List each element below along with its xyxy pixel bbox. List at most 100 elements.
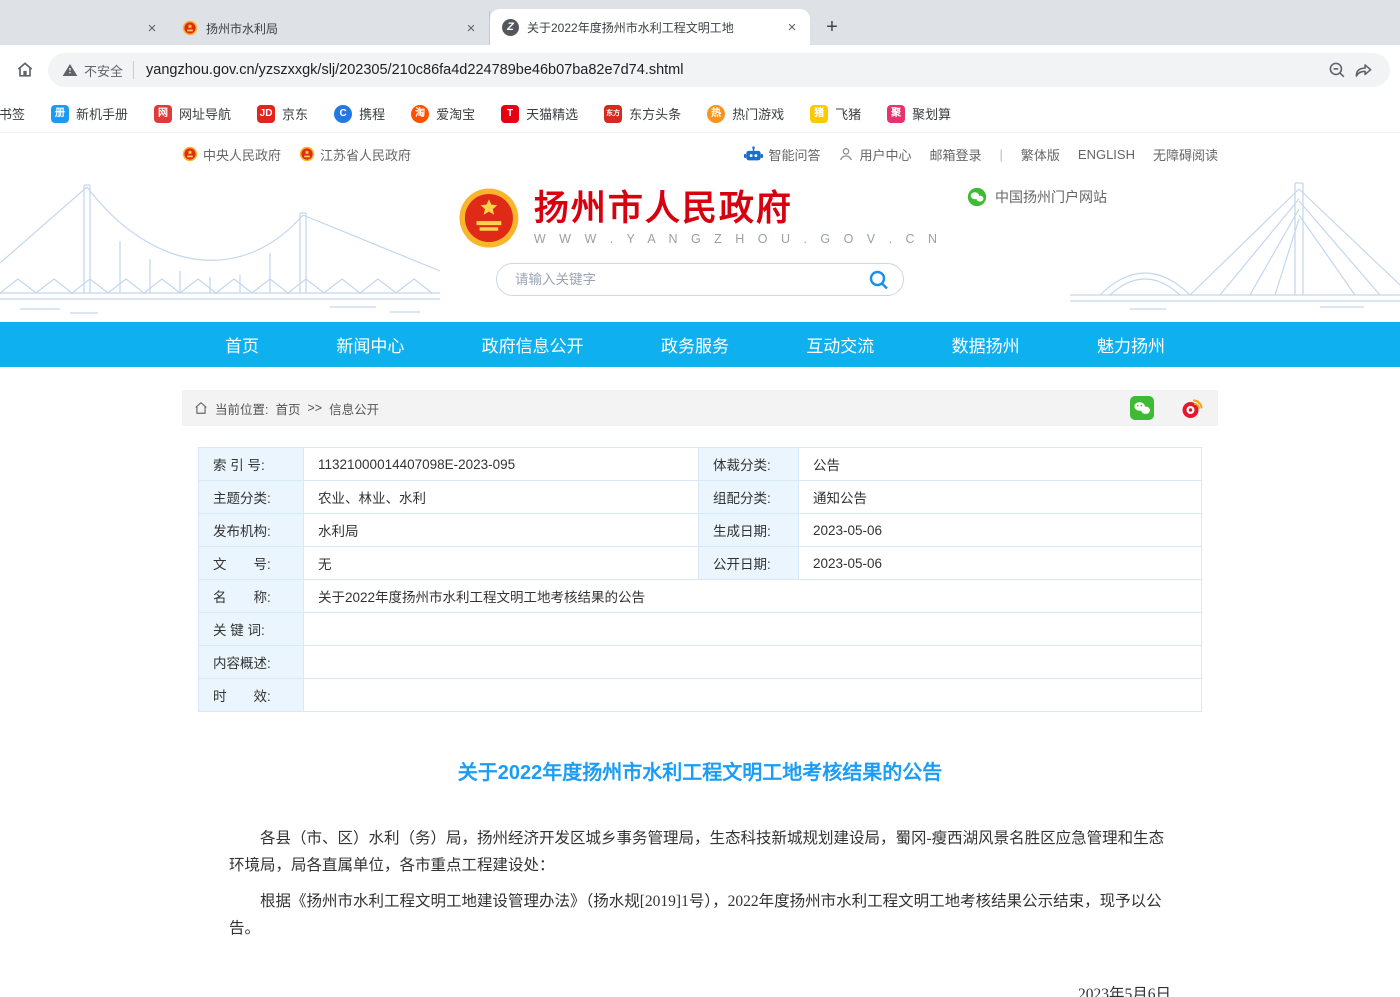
- share-icon[interactable]: [1350, 55, 1376, 85]
- meta-value: 无: [304, 547, 699, 580]
- search-icon[interactable]: [867, 268, 891, 292]
- table-row: 关 键 词:: [199, 613, 1202, 646]
- article-date: 2023年5月6日: [229, 981, 1171, 997]
- zoom-out-icon[interactable]: [1324, 55, 1350, 85]
- meta-label: 名 称:: [199, 580, 304, 613]
- meta-value: 通知公告: [799, 481, 1202, 514]
- close-tab-icon[interactable]: ×: [461, 18, 481, 38]
- site-title: 扬州市人民政府: [534, 190, 942, 229]
- breadcrumb-prefix: 当前位置:: [215, 399, 268, 418]
- meta-label: 时 效:: [199, 679, 304, 712]
- manual-favicon-icon: 册: [51, 105, 69, 123]
- meta-value: [304, 679, 1202, 712]
- close-tab-icon[interactable]: ×: [782, 17, 802, 37]
- meta-label: 索 引 号:: [199, 448, 304, 481]
- table-row: 内容概述:: [199, 646, 1202, 679]
- meta-value: 11321000014407098E-2023-095: [304, 448, 699, 481]
- link-central-government[interactable]: 中央人民政府: [182, 145, 281, 164]
- gov-emblem-icon: [182, 20, 198, 36]
- search-input[interactable]: [515, 272, 867, 287]
- bookmark-label: 网址导航: [179, 104, 231, 123]
- meta-label: 文 号:: [199, 547, 304, 580]
- bookmark-label: 爱淘宝: [436, 104, 475, 123]
- link-user-center[interactable]: 用户中心: [838, 145, 911, 164]
- meta-label: 发布机构:: [199, 514, 304, 547]
- jd-favicon-icon: JD: [257, 105, 275, 123]
- link-accessibility[interactable]: 无障碍阅读: [1153, 145, 1218, 164]
- bookmark-phone-bookmarks[interactable]: 机书签: [0, 104, 25, 123]
- portal-badge[interactable]: 中国扬州门户网站: [967, 187, 1107, 207]
- meta-value: 2023-05-06: [799, 547, 1202, 580]
- wechat-icon: [967, 187, 987, 207]
- nav-gov-services[interactable]: 政务服务: [661, 332, 729, 357]
- home-icon: [194, 401, 208, 415]
- link-smart-qa[interactable]: 智能问答: [744, 145, 820, 164]
- main-nav: 首页 新闻中心 政府信息公开 政务服务 互动交流 数据扬州 魅力扬州: [0, 322, 1400, 367]
- site-favicon-icon: Z: [502, 19, 519, 36]
- tab-partial: ×: [0, 11, 170, 45]
- bookmark-label: 热门游戏: [732, 104, 784, 123]
- tab-yangzhou-water-bureau[interactable]: 扬州市水利局 ×: [170, 11, 490, 45]
- nav-charm-yangzhou[interactable]: 魅力扬州: [1097, 332, 1165, 357]
- table-row: 主题分类: 农业、林业、水利 组配分类: 通知公告: [199, 481, 1202, 514]
- table-row: 索 引 号: 11321000014407098E-2023-095 体裁分类:…: [199, 448, 1202, 481]
- nav-home[interactable]: 首页: [225, 332, 259, 357]
- bookmark-juhuasuan[interactable]: 聚 聚划算: [887, 104, 951, 123]
- document-metadata-table: 索 引 号: 11321000014407098E-2023-095 体裁分类:…: [198, 447, 1202, 712]
- link-jiangsu-government[interactable]: 江苏省人民政府: [299, 145, 411, 164]
- bookmark-hot-games[interactable]: 热 热门游戏: [707, 104, 784, 123]
- tab-current-announcement[interactable]: Z 关于2022年度扬州市水利工程文明工地 ×: [490, 9, 810, 45]
- bridge-sketch-right: [1070, 175, 1400, 322]
- bookmark-eastday[interactable]: 东方 东方头条: [604, 104, 681, 123]
- meta-label: 主题分类:: [199, 481, 304, 514]
- url-text[interactable]: yangzhou.gov.cn/yzszxxgk/slj/202305/210c…: [146, 62, 1324, 78]
- bookmark-fliggy[interactable]: 猪 飞猪: [810, 104, 861, 123]
- table-row: 时 效:: [199, 679, 1202, 712]
- link-mail-login[interactable]: 邮箱登录: [929, 145, 981, 164]
- share-weibo-icon[interactable]: [1180, 396, 1204, 420]
- meta-label: 公开日期:: [699, 547, 799, 580]
- gov-top-bar: 中央人民政府 江苏省人民政府 智能问答: [0, 133, 1400, 175]
- bookmark-label: 聚划算: [912, 104, 951, 123]
- fliggy-favicon-icon: 猪: [810, 105, 828, 123]
- gov-emblem-icon: [182, 146, 198, 162]
- nav-info-disclosure[interactable]: 政府信息公开: [482, 332, 584, 357]
- browser-tab-strip: × 扬州市水利局 × Z 关于2022年度扬州市水利工程文明工地 × +: [0, 0, 1400, 45]
- bookmark-ctrip[interactable]: C 携程: [334, 104, 385, 123]
- share-wechat-icon[interactable]: [1130, 396, 1154, 420]
- divider: |: [1000, 147, 1003, 162]
- breadcrumb-current-link[interactable]: 信息公开: [329, 399, 379, 418]
- link-label: 中央人民政府: [203, 145, 281, 164]
- link-label: 江苏省人民政府: [320, 145, 411, 164]
- bookmark-xinji-manual[interactable]: 册 新机手册: [51, 104, 128, 123]
- link-label: 用户中心: [859, 145, 911, 164]
- eastday-favicon-icon: 东方: [604, 105, 622, 123]
- breadcrumb-bar: 当前位置: 首页 >> 信息公开: [182, 390, 1218, 426]
- nav-data-yangzhou[interactable]: 数据扬州: [952, 332, 1020, 357]
- bookmark-label: 机书签: [0, 104, 25, 123]
- address-bar[interactable]: 不安全 yangzhou.gov.cn/yzszxxgk/slj/202305/…: [48, 53, 1390, 87]
- bookmarks-bar: 机书签 册 新机手册 网 网址导航 JD 京东 C 携程 淘 爱淘宝 T 天猫精…: [0, 95, 1400, 133]
- meta-value: 水利局: [304, 514, 699, 547]
- site-logo-block: 扬州市人民政府 W W W . Y A N G Z H O U . G O V …: [458, 187, 942, 249]
- bookmark-aitaobao[interactable]: 淘 爱淘宝: [411, 104, 475, 123]
- close-tab-icon[interactable]: ×: [142, 18, 162, 38]
- new-tab-button[interactable]: +: [818, 13, 846, 41]
- home-icon[interactable]: [10, 55, 40, 85]
- link-english[interactable]: ENGLISH: [1078, 147, 1135, 162]
- bookmark-url-navigation[interactable]: 网 网址导航: [154, 104, 231, 123]
- nav-interaction[interactable]: 互动交流: [806, 332, 874, 357]
- bookmark-tmall[interactable]: T 天猫精选: [501, 104, 578, 123]
- ctrip-favicon-icon: C: [334, 105, 352, 123]
- nav-news-center[interactable]: 新闻中心: [336, 332, 404, 357]
- link-traditional-chinese[interactable]: 繁体版: [1021, 145, 1060, 164]
- bookmark-jd[interactable]: JD 京东: [257, 104, 308, 123]
- link-label: 智能问答: [768, 145, 820, 164]
- meta-value: [304, 613, 1202, 646]
- breadcrumb-home-link[interactable]: 首页: [275, 399, 300, 418]
- meta-label: 关 键 词:: [199, 613, 304, 646]
- bridge-sketch-left: [0, 175, 440, 322]
- portal-label: 中国扬州门户网站: [995, 187, 1107, 207]
- security-label[interactable]: 不安全: [84, 61, 123, 80]
- bookmark-label: 东方头条: [629, 104, 681, 123]
